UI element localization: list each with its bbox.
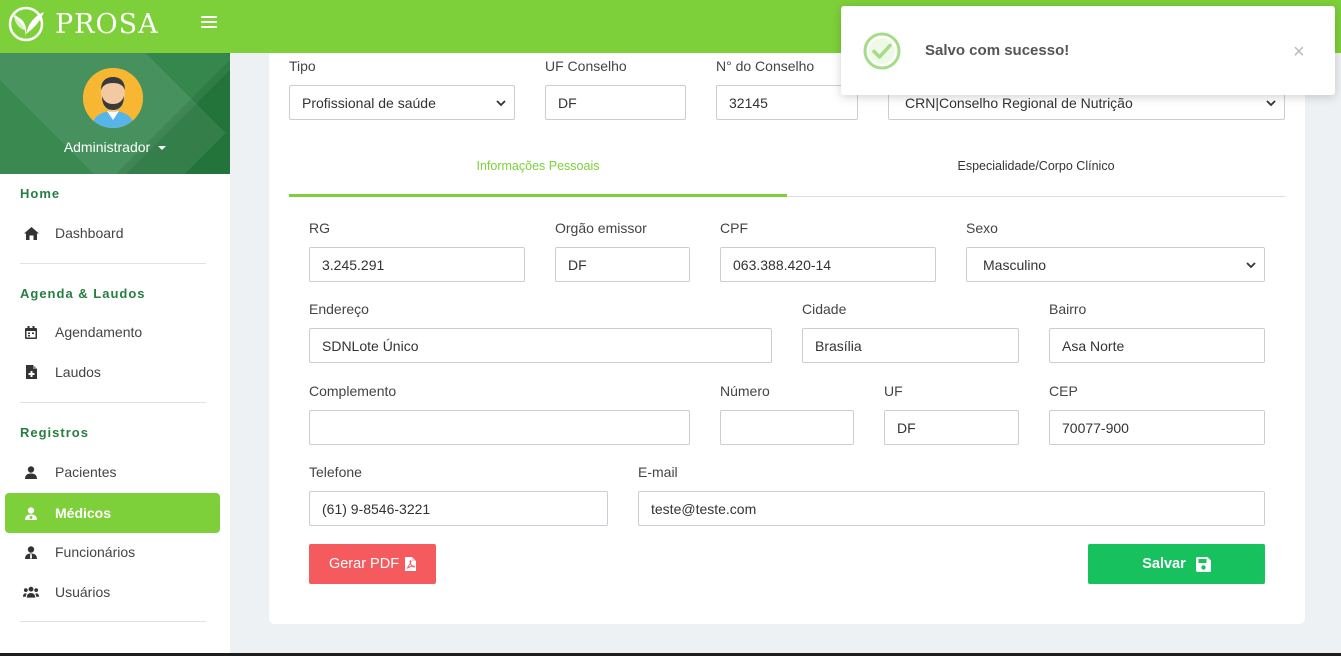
tipo-label: Tipo bbox=[289, 58, 316, 74]
user-tie-icon bbox=[23, 544, 39, 560]
profile-panel: Administrador bbox=[0, 53, 230, 174]
caret-down-icon bbox=[158, 146, 167, 151]
sexo-value: Masculino bbox=[983, 256, 1047, 273]
close-icon[interactable]: × bbox=[1293, 42, 1305, 62]
divider bbox=[20, 263, 206, 264]
section-registros: Registros bbox=[20, 425, 89, 440]
num-conselho-label: N° do Conselho bbox=[716, 58, 815, 74]
app-name: PROSA bbox=[55, 8, 159, 40]
calendar-icon bbox=[23, 324, 39, 340]
telefone-input[interactable]: (61) 9-8546-3221 bbox=[309, 491, 608, 526]
user-icon bbox=[23, 464, 39, 480]
conselho-value: CRN|Conselho Regional de Nutrição bbox=[905, 94, 1133, 111]
numero-label: Número bbox=[720, 383, 770, 399]
num-conselho-input[interactable]: 32145 bbox=[716, 85, 858, 120]
logo: PROSA bbox=[6, 4, 159, 44]
sidebar-item-label: Laudos bbox=[55, 364, 101, 380]
divider bbox=[20, 621, 206, 622]
bairro-input[interactable]: Asa Norte bbox=[1049, 328, 1265, 363]
logo-icon bbox=[8, 6, 44, 42]
uf-label: UF bbox=[884, 383, 903, 399]
sidebar-item-label: Dashboard bbox=[55, 225, 124, 241]
uf-input[interactable]: DF bbox=[884, 410, 1019, 445]
endereco-input[interactable]: SDNLote Único bbox=[309, 328, 772, 363]
email-input[interactable]: teste@teste.com bbox=[638, 491, 1265, 526]
sidebar-item-funcionarios[interactable]: Funcionários bbox=[5, 532, 220, 572]
tipo-value: Profissional de saúde bbox=[302, 94, 436, 111]
user-name: Administrador bbox=[63, 139, 151, 155]
cidade-label: Cidade bbox=[802, 301, 847, 317]
section-agenda: Agenda & Laudos bbox=[20, 286, 146, 301]
sidebar-item-usuarios[interactable]: Usuários bbox=[5, 572, 220, 612]
menu-toggle-icon[interactable] bbox=[201, 16, 217, 30]
complemento-input[interactable] bbox=[309, 410, 690, 445]
numero-input[interactable] bbox=[720, 410, 854, 445]
success-toast: Salvo com sucesso! × bbox=[841, 6, 1335, 95]
tab-especialidade[interactable]: Especialidade/Corpo Clínico bbox=[787, 159, 1285, 173]
tab-active-indicator bbox=[289, 194, 787, 197]
endereco-label: Endereço bbox=[309, 301, 369, 317]
sidebar-item-label: Pacientes bbox=[55, 464, 117, 480]
sidebar-item-laudos[interactable]: Laudos bbox=[5, 352, 220, 392]
orgao-label: Orgão emissor bbox=[555, 220, 647, 236]
rg-input[interactable]: 3.245.291 bbox=[309, 247, 525, 282]
sidebar: Administrador Home Dashboard Agenda & La… bbox=[0, 53, 230, 656]
salvar-button[interactable]: Salvar bbox=[1088, 544, 1265, 584]
gerar-pdf-label: Gerar PDF bbox=[328, 556, 400, 572]
tab-informacoes-pessoais[interactable]: Informações Pessoais bbox=[289, 159, 787, 173]
user-doctor-icon bbox=[23, 505, 39, 521]
gerar-pdf-button[interactable]: Gerar PDF bbox=[309, 544, 436, 584]
salvar-label: Salvar bbox=[1142, 556, 1186, 572]
home-icon bbox=[23, 225, 39, 241]
toast-message: Salvo com sucesso! bbox=[925, 42, 1070, 59]
save-icon bbox=[1195, 556, 1211, 572]
sidebar-item-label: Médicos bbox=[55, 505, 112, 521]
sidebar-item-label: Funcionários bbox=[55, 544, 136, 560]
orgao-input[interactable]: DF bbox=[555, 247, 690, 282]
users-icon bbox=[23, 584, 39, 600]
telefone-label: Telefone bbox=[309, 464, 362, 480]
cep-label: CEP bbox=[1049, 383, 1078, 399]
section-home: Home bbox=[20, 186, 61, 201]
bairro-label: Bairro bbox=[1049, 301, 1087, 317]
cpf-input[interactable]: 063.388.420-14 bbox=[720, 247, 936, 282]
rg-label: RG bbox=[309, 220, 330, 236]
file-pdf-icon bbox=[405, 557, 417, 571]
sidebar-item-dashboard[interactable]: Dashboard bbox=[5, 213, 220, 253]
email-label: E-mail bbox=[638, 464, 678, 480]
check-circle-icon bbox=[863, 32, 901, 70]
chevron-down-icon bbox=[496, 99, 506, 106]
sidebar-item-pacientes[interactable]: Pacientes bbox=[5, 452, 220, 492]
sidebar-item-label: Usuários bbox=[55, 584, 111, 600]
sexo-label: Sexo bbox=[966, 220, 998, 236]
uf-conselho-input[interactable]: DF bbox=[545, 85, 686, 120]
tipo-select[interactable]: Profissional de saúde bbox=[289, 85, 515, 120]
chevron-down-icon bbox=[1266, 99, 1276, 106]
sidebar-item-label: Agendamento bbox=[55, 324, 143, 340]
cidade-input[interactable]: Brasília bbox=[802, 328, 1019, 363]
file-medical-icon bbox=[23, 364, 39, 380]
user-menu[interactable]: Administrador bbox=[0, 139, 230, 155]
uf-conselho-label: UF Conselho bbox=[545, 58, 627, 74]
avatar bbox=[83, 68, 143, 128]
sidebar-item-medicos[interactable]: Médicos bbox=[5, 493, 220, 533]
sidebar-item-agendamento[interactable]: Agendamento bbox=[5, 312, 220, 352]
chevron-down-icon bbox=[1246, 261, 1256, 268]
cep-input[interactable]: 70077-900 bbox=[1049, 410, 1265, 445]
cpf-label: CPF bbox=[720, 220, 748, 236]
divider bbox=[20, 402, 206, 403]
complemento-label: Complemento bbox=[309, 383, 397, 399]
sexo-select[interactable]: Masculino bbox=[966, 247, 1265, 282]
